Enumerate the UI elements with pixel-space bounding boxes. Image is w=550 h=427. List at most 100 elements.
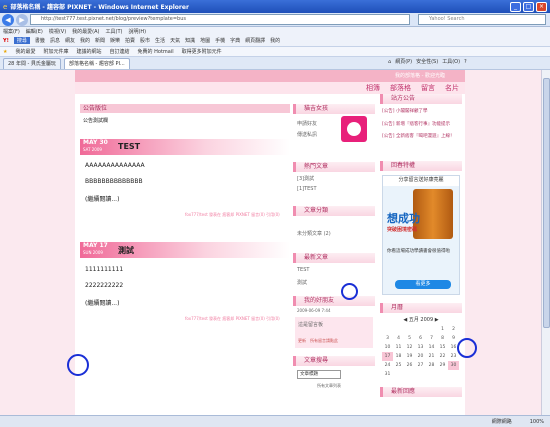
recent-post-item[interactable]: 測試: [293, 277, 375, 296]
hot-post-item[interactable]: [1]TEST: [293, 185, 375, 206]
calendar-day[interactable]: 4: [393, 334, 404, 343]
calendar-day[interactable]: 17: [382, 352, 393, 361]
toolbar-item[interactable]: 訊息: [50, 37, 60, 44]
calendar-day[interactable]: 7: [426, 334, 437, 343]
back-icon[interactable]: ◀: [2, 14, 14, 26]
calendar-day[interactable]: 31: [382, 370, 393, 379]
page-menu[interactable]: 網頁(P): [395, 58, 412, 65]
calendar-day[interactable]: 20: [415, 352, 426, 361]
category-item[interactable]: 未分類文章 (2): [293, 216, 375, 253]
news-item[interactable]: [公告] 全新痞客『喝吧漫遊』上線！: [380, 130, 462, 161]
menu-help[interactable]: 說明(H): [128, 28, 146, 35]
author-link[interactable]: 申請好友: [297, 120, 317, 127]
favorites-star-icon[interactable]: ★: [3, 49, 7, 55]
calendar-day[interactable]: 27: [415, 361, 426, 370]
menu-tools[interactable]: 工具(T): [106, 28, 123, 35]
read-more-link[interactable]: (繼續閱讀...): [85, 194, 119, 203]
tab-1[interactable]: 28 年間 - 貝氏金屬玩: [3, 57, 61, 69]
calendar-day[interactable]: 30: [448, 361, 459, 370]
toolbar-item[interactable]: 地圖: [200, 37, 210, 44]
toolbar-item[interactable]: 股市: [140, 37, 150, 44]
menu-edit[interactable]: 編輯(E): [26, 28, 43, 35]
calendar-day[interactable]: 1: [437, 325, 448, 334]
author-link[interactable]: 傳送私訊: [297, 131, 317, 138]
close-button[interactable]: ×: [536, 1, 547, 12]
toolbar-search-button[interactable]: 搜尋: [13, 37, 30, 44]
calendar-day[interactable]: 8: [437, 334, 448, 343]
calendar-day[interactable]: 14: [426, 343, 437, 352]
calendar-day[interactable]: 6: [415, 334, 426, 343]
ad-banner[interactable]: 分享留言送好康亮麗 想成功 突破困境密碼 你看這場成功學讀書會很值得啦 看更多: [382, 175, 460, 295]
ad-more-button[interactable]: 看更多: [395, 280, 451, 289]
maximize-button[interactable]: □: [523, 1, 534, 12]
hot-post-item[interactable]: [3]測試: [293, 172, 375, 185]
avatar[interactable]: [341, 116, 367, 142]
calendar-day[interactable]: 15: [437, 343, 448, 352]
toolbar-item[interactable]: 生活: [155, 37, 165, 44]
favorites-item[interactable]: 建議的網站: [77, 48, 102, 55]
toolbar-item[interactable]: 拍賣: [125, 37, 135, 44]
favorites-item[interactable]: 取得更多附加元件: [182, 48, 222, 55]
favorites-item[interactable]: 附加元件庫: [44, 48, 69, 55]
calendar-day[interactable]: 23: [448, 352, 459, 361]
calendar-day[interactable]: 24: [382, 361, 393, 370]
all-posts-link[interactable]: 所有文章列表: [293, 383, 375, 389]
nav-album[interactable]: 相簿: [366, 83, 380, 93]
calendar-day[interactable]: 9: [448, 334, 459, 343]
menu-favorites[interactable]: 我的最愛(A): [72, 28, 99, 35]
nav-guestbook[interactable]: 留言: [421, 83, 435, 93]
toolbar-yahoo-logo[interactable]: Y!: [3, 38, 9, 44]
toolbar-item[interactable]: 手機: [215, 37, 225, 44]
guestbook-all-link[interactable]: 所有留言請點此: [310, 338, 338, 344]
recent-post-item[interactable]: TEST: [293, 263, 375, 277]
home-icon[interactable]: ⌂: [388, 59, 391, 65]
address-input[interactable]: http://test777.test.pixnet.net/blog/prev…: [30, 14, 410, 25]
favorites-item[interactable]: 免費的 Hotmail: [138, 48, 174, 55]
toolbar-item[interactable]: 網頁翻譯: [245, 37, 265, 44]
toolbar-item[interactable]: 字典: [230, 37, 240, 44]
calendar-day[interactable]: 10: [382, 343, 393, 352]
post-title[interactable]: TEST: [118, 142, 140, 151]
calendar-prev-icon[interactable]: ◀: [403, 317, 407, 323]
tools-menu[interactable]: 工具(O): [442, 58, 460, 65]
menu-file[interactable]: 檔案(F): [3, 28, 20, 35]
safety-menu[interactable]: 安全性(S): [416, 58, 438, 65]
news-item[interactable]: [公告] 新增『痞客行事』功能提示: [380, 118, 462, 130]
toolbar-item[interactable]: 網友: [65, 37, 75, 44]
favorites-item[interactable]: 自訂連結: [110, 48, 130, 55]
help-icon[interactable]: ?: [464, 59, 467, 65]
calendar-day[interactable]: 11: [393, 343, 404, 352]
toolbar-item[interactable]: 書籤: [35, 37, 45, 44]
toolbar-item[interactable]: 我的: [270, 37, 280, 44]
search-input[interactable]: Yahoo! Search: [418, 14, 546, 25]
calendar-day[interactable]: 21: [426, 352, 437, 361]
nav-card[interactable]: 名片: [445, 83, 459, 93]
toolbar-item[interactable]: 知識: [185, 37, 195, 44]
calendar-day[interactable]: 28: [426, 361, 437, 370]
forward-icon[interactable]: ▶: [16, 14, 28, 26]
toolbar-item[interactable]: 我的: [80, 37, 90, 44]
tab-2[interactable]: 部落格名稱 - 趨容部 PI...: [63, 57, 130, 69]
toolbar-item[interactable]: 娛樂: [110, 37, 120, 44]
minimize-button[interactable]: _: [510, 1, 521, 12]
post-title[interactable]: 測試: [118, 245, 134, 256]
calendar-day[interactable]: 13: [415, 343, 426, 352]
toolbar-item[interactable]: 天氣: [170, 37, 180, 44]
calendar-day[interactable]: 2: [448, 325, 459, 334]
search-select[interactable]: 文章標題: [297, 370, 341, 379]
calendar-day[interactable]: 12: [404, 343, 415, 352]
read-more-link[interactable]: (繼續閱讀...): [85, 298, 119, 307]
calendar-day[interactable]: 18: [393, 352, 404, 361]
calendar-next-icon[interactable]: ▶: [435, 317, 439, 323]
calendar-day[interactable]: 22: [437, 352, 448, 361]
calendar-day[interactable]: 5: [404, 334, 415, 343]
toolbar-item[interactable]: 新聞: [95, 37, 105, 44]
vertical-scrollbar[interactable]: [541, 70, 550, 415]
news-item[interactable]: [公告] 小閣閣祥顧了學: [380, 104, 462, 118]
menu-view[interactable]: 檢視(V): [49, 28, 66, 35]
calendar-day[interactable]: 19: [404, 352, 415, 361]
scrollbar-thumb[interactable]: [543, 78, 550, 328]
nav-blog[interactable]: 部落格: [390, 83, 411, 93]
calendar-day[interactable]: 29: [437, 361, 448, 370]
calendar-day[interactable]: 25: [393, 361, 404, 370]
